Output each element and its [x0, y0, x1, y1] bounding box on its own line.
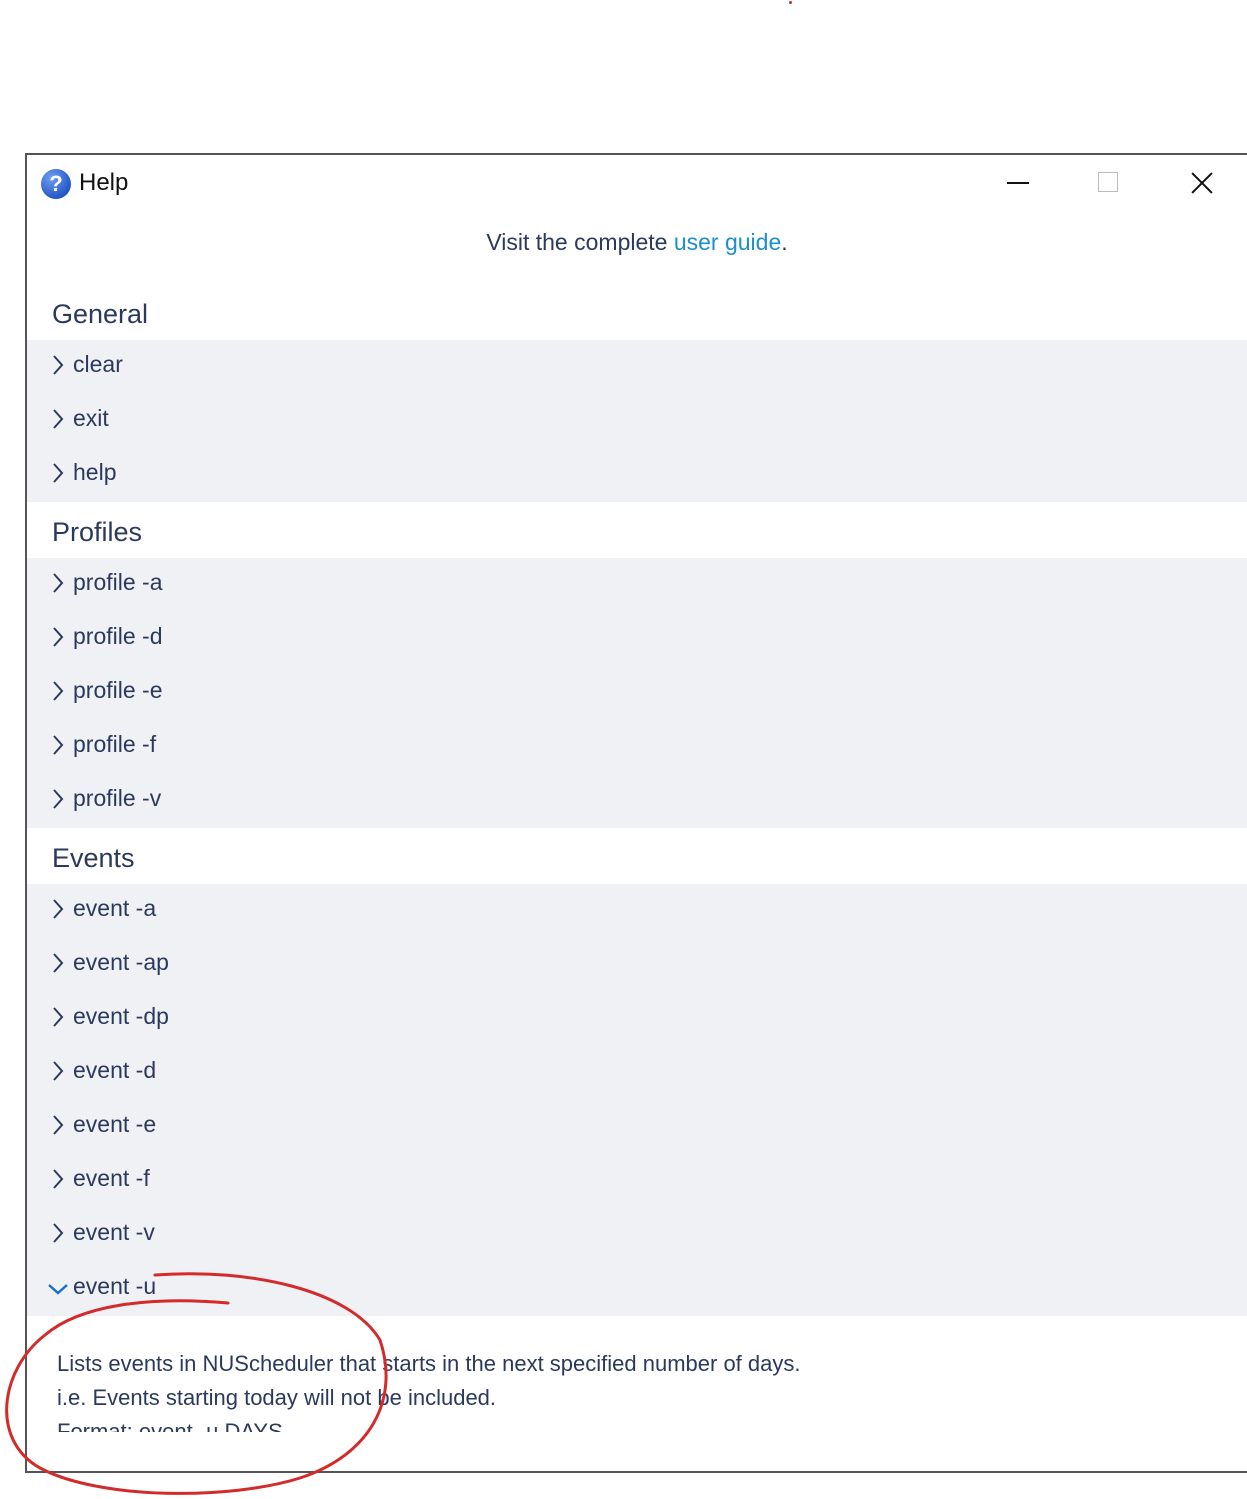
help-item-label: event -f: [73, 1165, 150, 1191]
help-item-label: help: [73, 459, 117, 485]
guide-suffix: .: [781, 229, 788, 255]
help-item-event-e[interactable]: event -e: [27, 1100, 1247, 1154]
help-item-profile-d[interactable]: profile -d: [27, 612, 1247, 666]
minimize-button[interactable]: [990, 155, 1050, 211]
help-item-event-f[interactable]: event -f: [27, 1154, 1247, 1208]
help-item-label: event -dp: [73, 1003, 169, 1029]
chevron-right-icon: [53, 1115, 64, 1135]
chevron-right-icon: [53, 735, 64, 755]
window-title: Help: [79, 169, 129, 196]
chevron-right-icon: [53, 1061, 64, 1081]
help-item-label: profile -d: [73, 623, 163, 649]
help-item-label: event -e: [73, 1111, 157, 1137]
description-line: Lists events in NUScheduler that starts …: [57, 1351, 801, 1376]
help-item-profile-e[interactable]: profile -e: [27, 666, 1247, 720]
chevron-right-icon: [53, 1007, 64, 1027]
section-title-profiles: Profiles: [52, 517, 143, 547]
chevron-right-icon: [53, 463, 64, 483]
chevron-right-icon: [53, 409, 64, 429]
help-item-label: event -a: [73, 895, 157, 921]
help-item-event-dp[interactable]: event -dp: [27, 992, 1247, 1046]
guide-prefix: Visit the complete: [486, 229, 668, 255]
help-window: ? Help Visit the complete user guide. Ge…: [25, 153, 1247, 1473]
help-item-event-v[interactable]: event -v: [27, 1208, 1247, 1262]
general-list: clear exit help: [27, 340, 1247, 502]
close-button[interactable]: [1172, 155, 1232, 211]
help-item-event-d[interactable]: event -d: [27, 1046, 1247, 1100]
help-item-profile-f[interactable]: profile -f: [27, 720, 1247, 774]
chevron-right-icon: [53, 681, 64, 701]
chevron-down-icon: [48, 1284, 68, 1295]
help-item-label: event -v: [73, 1219, 155, 1245]
help-item-label: profile -v: [73, 785, 162, 811]
help-item-label: event -d: [73, 1057, 157, 1083]
help-item-event-ap[interactable]: event -ap: [27, 938, 1247, 992]
chevron-right-icon: [53, 627, 64, 647]
help-item-label: profile -f: [73, 731, 157, 757]
user-guide-link[interactable]: user guide: [674, 229, 781, 255]
section-title-general: General: [52, 299, 149, 329]
help-item-event-u[interactable]: event -u: [27, 1262, 1247, 1316]
help-item-label: exit: [73, 405, 109, 431]
chevron-right-icon: [53, 899, 64, 919]
help-item-profile-v[interactable]: profile -v: [27, 774, 1247, 828]
chevron-right-icon: [53, 1223, 64, 1243]
help-item-exit[interactable]: exit: [27, 394, 1247, 448]
chevron-right-icon: [53, 1169, 64, 1189]
help-item-label: clear: [73, 351, 123, 377]
help-item-clear[interactable]: clear: [27, 340, 1247, 394]
section-title-events: Events: [52, 843, 135, 873]
help-question-icon: ?: [41, 169, 71, 199]
help-item-profile-a[interactable]: profile -a: [27, 558, 1247, 612]
description-line: i.e. Events starting today will not be i…: [57, 1385, 497, 1410]
help-item-label: event -u: [73, 1273, 157, 1299]
user-guide-line: Visit the complete user guide.: [27, 229, 1247, 256]
help-item-label: event -ap: [73, 949, 169, 975]
chevron-right-icon: [53, 573, 64, 593]
profiles-list: profile -a profile -d profile -e profile…: [27, 558, 1247, 828]
title-bar: ? Help: [27, 155, 1247, 215]
red-dot-mark: [789, 1, 792, 4]
chevron-right-icon: [53, 355, 64, 375]
events-list: event -a event -ap event -dp event -d ev…: [27, 884, 1247, 1316]
maximize-button[interactable]: [1080, 155, 1140, 211]
event-u-description: Lists events in NUScheduler that starts …: [57, 1347, 1207, 1432]
chevron-right-icon: [53, 953, 64, 973]
description-line: Format: event -u DAYS: [57, 1419, 283, 1432]
help-item-label: profile -e: [73, 677, 163, 703]
help-item-help[interactable]: help: [27, 448, 1247, 502]
help-item-event-a[interactable]: event -a: [27, 884, 1247, 938]
help-item-label: profile -a: [73, 569, 163, 595]
chevron-right-icon: [53, 789, 64, 809]
